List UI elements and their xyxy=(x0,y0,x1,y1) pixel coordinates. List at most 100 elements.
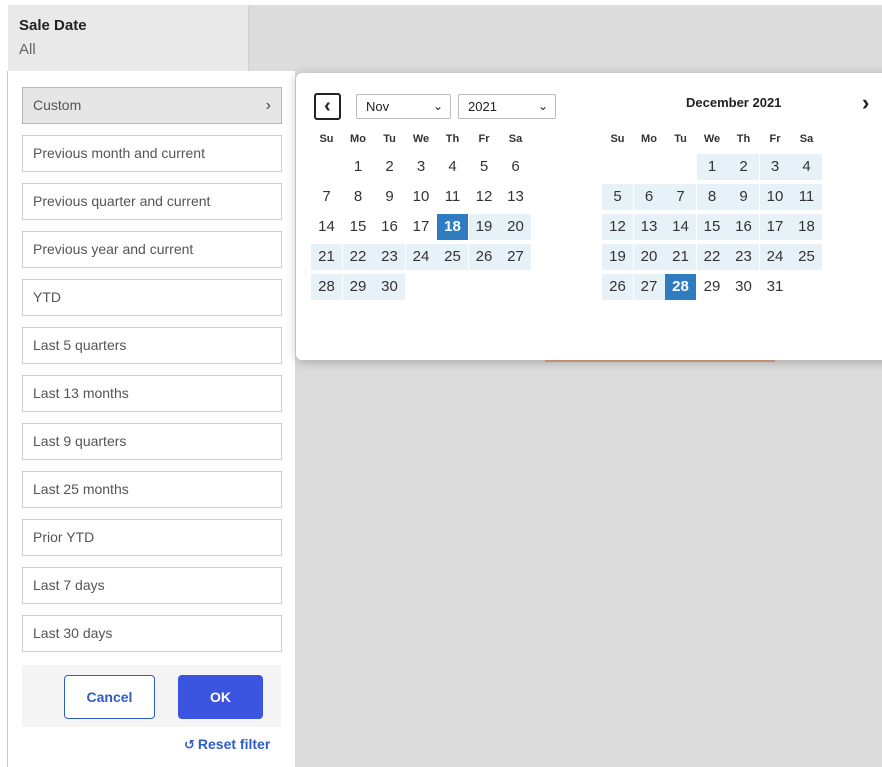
preset-prior-ytd[interactable]: Prior YTD xyxy=(22,519,282,556)
calendar-day[interactable]: 28 xyxy=(665,274,696,300)
calendar-day[interactable]: 25 xyxy=(437,244,468,270)
preset-previous-year-and-current[interactable]: Previous year and current xyxy=(22,231,282,268)
calendar-day[interactable]: 4 xyxy=(437,154,468,180)
preset-previous-month-and-current[interactable]: Previous month and current xyxy=(22,135,282,172)
calendar-day[interactable]: 28 xyxy=(311,274,342,300)
weekday-header: Fr xyxy=(478,133,490,145)
chevron-down-icon: ⌄ xyxy=(537,99,548,113)
calendar-day[interactable]: 2 xyxy=(374,154,405,180)
weekday-header: Su xyxy=(319,133,334,145)
calendar-day[interactable]: 3 xyxy=(406,154,437,180)
preset-custom[interactable]: Custom › xyxy=(22,87,282,124)
calendar-day[interactable]: 12 xyxy=(469,184,500,210)
date-range-calendar: ‹ Nov ⌄ 2021 ⌄ December 2021 › Su Mo Tu We T… xyxy=(296,73,882,360)
calendar-day[interactable]: 20 xyxy=(500,214,531,240)
calendar-day[interactable]: 10 xyxy=(406,184,437,210)
calendar-day[interactable]: 24 xyxy=(405,244,437,270)
calendar-day[interactable]: 12 xyxy=(602,214,633,240)
calendar-day[interactable]: 19 xyxy=(468,214,500,240)
preset-last-13-months[interactable]: Last 13 months xyxy=(22,375,282,412)
calendar-day[interactable]: 30 xyxy=(728,274,759,300)
calendar-day[interactable]: 11 xyxy=(791,184,822,210)
calendar-day[interactable]: 30 xyxy=(374,274,405,300)
weekday-header: Th xyxy=(445,133,460,145)
calendar-day[interactable]: 17 xyxy=(406,214,437,240)
calendar-day[interactable]: 29 xyxy=(342,274,374,300)
reset-filter-label: Reset filter xyxy=(197,736,271,752)
calendar-day[interactable]: 23 xyxy=(728,244,759,270)
calendar-day[interactable]: 18 xyxy=(437,214,468,240)
calendar-day[interactable]: 25 xyxy=(791,244,822,270)
preset-last-5-quarters[interactable]: Last 5 quarters xyxy=(22,327,282,364)
calendar-day[interactable]: 17 xyxy=(759,214,791,240)
calendar-day[interactable]: 9 xyxy=(728,184,759,210)
calendar-day[interactable]: 7 xyxy=(665,184,696,210)
calendar-day[interactable]: 27 xyxy=(633,274,665,300)
calendar-day[interactable]: 7 xyxy=(311,184,342,210)
calendar-day[interactable]: 26 xyxy=(602,274,633,300)
calendar-day[interactable]: 3 xyxy=(759,154,791,180)
right-month-title: December 2021 xyxy=(686,95,782,110)
filter-header[interactable]: Sale Date All xyxy=(8,5,249,71)
calendar-day[interactable]: 18 xyxy=(791,214,822,240)
calendar-day[interactable]: 13 xyxy=(500,184,531,210)
weekday-header: Su xyxy=(610,133,625,145)
calendar-day[interactable]: 9 xyxy=(374,184,405,210)
calendar-day[interactable]: 19 xyxy=(602,244,633,270)
calendar-day[interactable]: 15 xyxy=(343,214,374,240)
filter-title: Sale Date xyxy=(19,17,87,34)
calendar-day[interactable]: 14 xyxy=(665,214,696,240)
month-select[interactable]: Nov ⌄ xyxy=(356,94,451,119)
weekday-header: Sa xyxy=(508,133,523,145)
calendar-day[interactable]: 1 xyxy=(343,154,374,180)
calendar-day[interactable]: 24 xyxy=(759,244,791,270)
calendar-day[interactable]: 2 xyxy=(728,154,759,180)
calendar-day[interactable]: 1 xyxy=(696,154,728,180)
preset-last-30-days[interactable]: Last 30 days xyxy=(22,615,282,652)
cancel-button[interactable]: Cancel xyxy=(64,675,155,719)
month-select-value: Nov xyxy=(366,99,390,114)
calendar-day[interactable]: 20 xyxy=(633,244,665,270)
calendar-day[interactable]: 23 xyxy=(374,244,405,270)
calendar-day[interactable]: 11 xyxy=(437,184,468,210)
year-select[interactable]: 2021 ⌄ xyxy=(458,94,556,119)
preset-last-7-days[interactable]: Last 7 days xyxy=(22,567,282,604)
calendar-day[interactable]: 13 xyxy=(633,214,665,240)
panel-footer: Cancel OK xyxy=(22,665,281,727)
calendar-day[interactable]: 10 xyxy=(759,184,791,210)
calendar-day[interactable]: 6 xyxy=(633,184,665,210)
calendar-day[interactable]: 4 xyxy=(791,154,822,180)
ok-button[interactable]: OK xyxy=(178,675,263,719)
weekday-header: Tu xyxy=(674,133,687,145)
calendar-day[interactable]: 22 xyxy=(696,244,728,270)
preset-panel: Custom › Previous month and current Prev… xyxy=(8,71,295,767)
calendar-day[interactable]: 27 xyxy=(500,244,531,270)
calendar-day[interactable]: 8 xyxy=(696,184,728,210)
reset-filter-link[interactable]: ↺ Reset filter xyxy=(184,736,270,753)
chevron-down-icon: ⌄ xyxy=(432,99,443,113)
calendar-day[interactable]: 15 xyxy=(696,214,728,240)
filter-value: All xyxy=(19,41,36,58)
calendar-day[interactable]: 14 xyxy=(311,214,342,240)
calendar-day[interactable]: 29 xyxy=(697,274,728,300)
preset-last-9-quarters[interactable]: Last 9 quarters xyxy=(22,423,282,460)
calendar-day[interactable]: 22 xyxy=(342,244,374,270)
calendar-day[interactable]: 5 xyxy=(469,154,500,180)
calendar-day[interactable]: 6 xyxy=(500,154,531,180)
weekday-header: We xyxy=(412,133,430,145)
weekday-header: Fr xyxy=(769,133,781,145)
calendar-day[interactable]: 26 xyxy=(468,244,500,270)
preset-ytd[interactable]: YTD xyxy=(22,279,282,316)
weekday-header: Sa xyxy=(799,133,814,145)
preset-last-25-months[interactable]: Last 25 months xyxy=(22,471,282,508)
calendar-day[interactable]: 21 xyxy=(665,244,696,270)
prev-month-button[interactable]: ‹ xyxy=(314,93,341,120)
calendar-day[interactable]: 5 xyxy=(602,184,633,210)
calendar-day[interactable]: 16 xyxy=(728,214,759,240)
calendar-day[interactable]: 21 xyxy=(311,244,342,270)
calendar-day[interactable]: 8 xyxy=(343,184,374,210)
preset-previous-quarter-and-current[interactable]: Previous quarter and current xyxy=(22,183,282,220)
calendar-day[interactable]: 31 xyxy=(760,274,791,300)
calendar-day[interactable]: 16 xyxy=(374,214,405,240)
next-month-button[interactable]: › xyxy=(862,90,869,116)
